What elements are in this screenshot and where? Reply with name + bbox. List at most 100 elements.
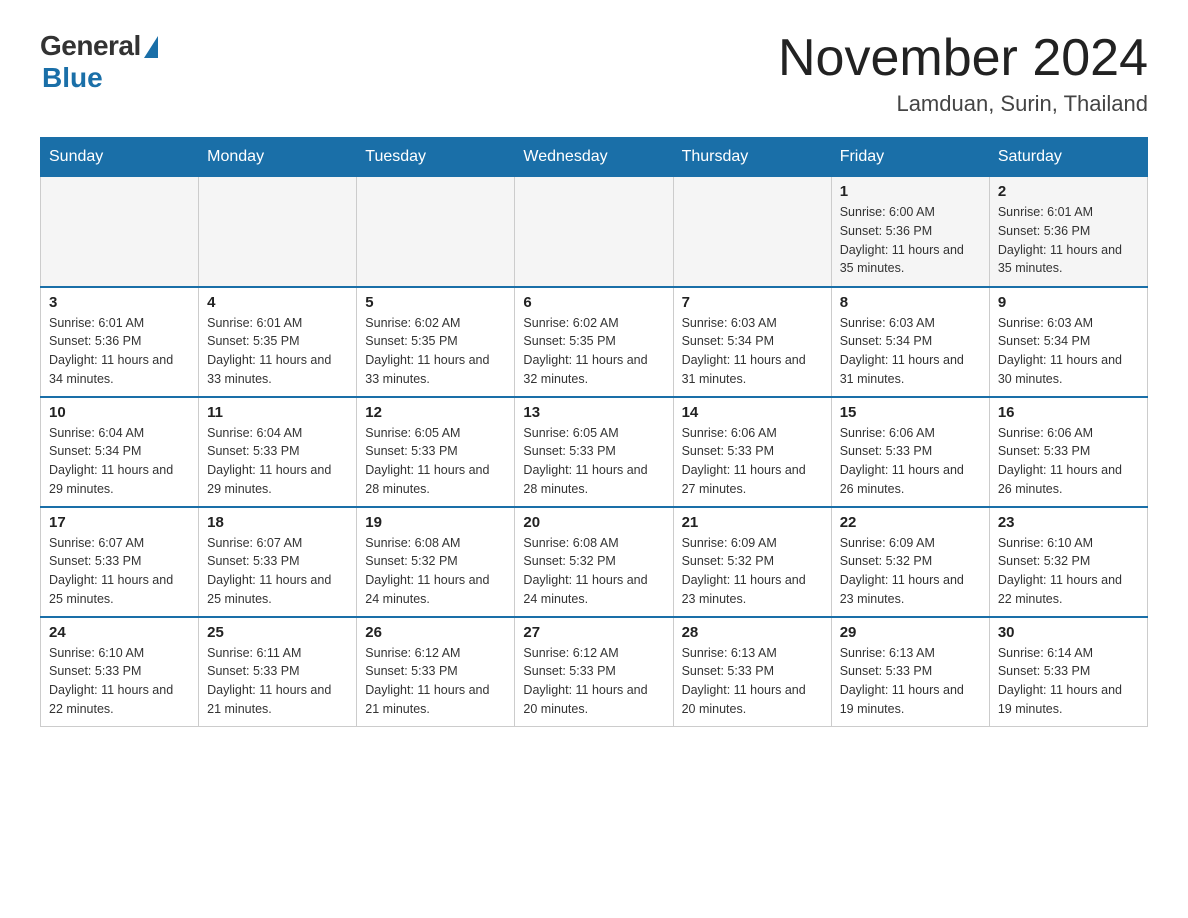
day-info: Sunrise: 6:13 AMSunset: 5:33 PMDaylight:… <box>682 644 823 719</box>
table-row: 10 Sunrise: 6:04 AMSunset: 5:34 PMDayligh… <box>41 397 199 507</box>
col-sunday: Sunday <box>41 138 199 177</box>
day-number: 12 <box>365 404 506 421</box>
table-row <box>41 177 199 287</box>
table-row: 25 Sunrise: 6:11 AMSunset: 5:33 PMDayligh… <box>199 617 357 727</box>
table-row: 6Sunrise: 6:02 AMSunset: 5:35 PMDaylight… <box>515 287 673 397</box>
day-number: 10 <box>49 404 190 421</box>
day-info: Sunrise: 6:10 AMSunset: 5:33 PMDaylight:… <box>49 644 190 719</box>
day-info: Sunrise: 6:09 AMSunset: 5:32 PMDaylight:… <box>682 534 823 609</box>
location: Lamduan, Surin, Thailand <box>778 91 1148 117</box>
calendar-week-1: 1Sunrise: 6:00 AMSunset: 5:36 PMDaylight… <box>41 177 1148 287</box>
day-number: 29 <box>840 624 981 641</box>
day-number: 22 <box>840 514 981 531</box>
table-row: 28 Sunrise: 6:13 AMSunset: 5:33 PMDayligh… <box>673 617 831 727</box>
table-row: 3 Sunrise: 6:01 AMSunset: 5:36 PMDaylight… <box>41 287 199 397</box>
day-number: 26 <box>365 624 506 641</box>
day-number: 13 <box>523 404 664 421</box>
day-number: 3 <box>49 294 190 311</box>
day-info: Sunrise: 6:05 AMSunset: 5:33 PMDaylight:… <box>523 424 664 499</box>
table-row: 16Sunrise: 6:06 AMSunset: 5:33 PMDayligh… <box>989 397 1147 507</box>
day-info: Sunrise: 6:13 AMSunset: 5:33 PMDaylight:… <box>840 644 981 719</box>
table-row: 8 Sunrise: 6:03 AMSunset: 5:34 PMDaylight… <box>831 287 989 397</box>
day-info: Sunrise: 6:06 AMSunset: 5:33 PMDaylight:… <box>840 424 981 499</box>
day-info: Sunrise: 6:05 AMSunset: 5:33 PMDaylight:… <box>365 424 506 499</box>
calendar-table: Sunday Monday Tuesday Wednesday Thursday… <box>40 137 1148 727</box>
table-row: 18Sunrise: 6:07 AMSunset: 5:33 PMDayligh… <box>199 507 357 617</box>
table-row: 11 Sunrise: 6:04 AMSunset: 5:33 PMDayligh… <box>199 397 357 507</box>
day-info: Sunrise: 6:07 AMSunset: 5:33 PMDaylight:… <box>207 534 348 609</box>
table-row: 27Sunrise: 6:12 AMSunset: 5:33 PMDayligh… <box>515 617 673 727</box>
table-row: 5 Sunrise: 6:02 AMSunset: 5:35 PMDaylight… <box>357 287 515 397</box>
table-row: 9 Sunrise: 6:03 AMSunset: 5:34 PMDaylight… <box>989 287 1147 397</box>
page-header: General Blue November 2024 Lamduan, Suri… <box>40 30 1148 117</box>
table-row: 12 Sunrise: 6:05 AMSunset: 5:33 PMDayligh… <box>357 397 515 507</box>
day-info: Sunrise: 6:09 AMSunset: 5:32 PMDaylight:… <box>840 534 981 609</box>
calendar-week-4: 17 Sunrise: 6:07 AMSunset: 5:33 PMDayligh… <box>41 507 1148 617</box>
day-info: Sunrise: 6:03 AMSunset: 5:34 PMDaylight:… <box>682 314 823 389</box>
day-info: Sunrise: 6:04 AMSunset: 5:34 PMDaylight:… <box>49 424 190 499</box>
table-row: 23Sunrise: 6:10 AMSunset: 5:32 PMDayligh… <box>989 507 1147 617</box>
day-number: 25 <box>207 624 348 641</box>
col-friday: Friday <box>831 138 989 177</box>
table-row: 7 Sunrise: 6:03 AMSunset: 5:34 PMDaylight… <box>673 287 831 397</box>
calendar-week-3: 10 Sunrise: 6:04 AMSunset: 5:34 PMDayligh… <box>41 397 1148 507</box>
table-row: 30 Sunrise: 6:14 AMSunset: 5:33 PMDayligh… <box>989 617 1147 727</box>
day-info: Sunrise: 6:04 AMSunset: 5:33 PMDaylight:… <box>207 424 348 499</box>
table-row: 21 Sunrise: 6:09 AMSunset: 5:32 PMDayligh… <box>673 507 831 617</box>
day-number: 21 <box>682 514 823 531</box>
day-number: 11 <box>207 404 348 421</box>
day-number: 14 <box>682 404 823 421</box>
table-row: 1Sunrise: 6:00 AMSunset: 5:36 PMDaylight… <box>831 177 989 287</box>
day-number: 6 <box>523 294 664 311</box>
day-number: 8 <box>840 294 981 311</box>
day-number: 9 <box>998 294 1139 311</box>
day-number: 2 <box>998 183 1139 200</box>
col-saturday: Saturday <box>989 138 1147 177</box>
logo-general-text: General <box>40 30 141 62</box>
table-row: 20Sunrise: 6:08 AMSunset: 5:32 PMDayligh… <box>515 507 673 617</box>
table-row: 26Sunrise: 6:12 AMSunset: 5:33 PMDayligh… <box>357 617 515 727</box>
table-row: 4 Sunrise: 6:01 AMSunset: 5:35 PMDaylight… <box>199 287 357 397</box>
day-number: 19 <box>365 514 506 531</box>
calendar-week-2: 3 Sunrise: 6:01 AMSunset: 5:36 PMDaylight… <box>41 287 1148 397</box>
day-number: 4 <box>207 294 348 311</box>
day-info: Sunrise: 6:00 AMSunset: 5:36 PMDaylight:… <box>840 203 981 278</box>
day-number: 20 <box>523 514 664 531</box>
table-row: 17 Sunrise: 6:07 AMSunset: 5:33 PMDayligh… <box>41 507 199 617</box>
day-number: 24 <box>49 624 190 641</box>
day-info: Sunrise: 6:03 AMSunset: 5:34 PMDaylight:… <box>998 314 1139 389</box>
day-number: 28 <box>682 624 823 641</box>
col-thursday: Thursday <box>673 138 831 177</box>
day-info: Sunrise: 6:14 AMSunset: 5:33 PMDaylight:… <box>998 644 1139 719</box>
day-number: 17 <box>49 514 190 531</box>
day-info: Sunrise: 6:11 AMSunset: 5:33 PMDaylight:… <box>207 644 348 719</box>
table-row: 29 Sunrise: 6:13 AMSunset: 5:33 PMDayligh… <box>831 617 989 727</box>
day-number: 30 <box>998 624 1139 641</box>
day-number: 23 <box>998 514 1139 531</box>
day-number: 5 <box>365 294 506 311</box>
day-info: Sunrise: 6:07 AMSunset: 5:33 PMDaylight:… <box>49 534 190 609</box>
day-info: Sunrise: 6:03 AMSunset: 5:34 PMDaylight:… <box>840 314 981 389</box>
table-row: 2Sunrise: 6:01 AMSunset: 5:36 PMDaylight… <box>989 177 1147 287</box>
table-row <box>199 177 357 287</box>
day-info: Sunrise: 6:06 AMSunset: 5:33 PMDaylight:… <box>998 424 1139 499</box>
calendar-week-5: 24 Sunrise: 6:10 AMSunset: 5:33 PMDayligh… <box>41 617 1148 727</box>
day-number: 7 <box>682 294 823 311</box>
day-info: Sunrise: 6:01 AMSunset: 5:35 PMDaylight:… <box>207 314 348 389</box>
logo: General Blue <box>40 30 158 94</box>
calendar-header-row: Sunday Monday Tuesday Wednesday Thursday… <box>41 138 1148 177</box>
table-row: 22 Sunrise: 6:09 AMSunset: 5:32 PMDayligh… <box>831 507 989 617</box>
col-monday: Monday <box>199 138 357 177</box>
table-row: 19Sunrise: 6:08 AMSunset: 5:32 PMDayligh… <box>357 507 515 617</box>
day-info: Sunrise: 6:02 AMSunset: 5:35 PMDaylight:… <box>365 314 506 389</box>
table-row: 13 Sunrise: 6:05 AMSunset: 5:33 PMDayligh… <box>515 397 673 507</box>
day-info: Sunrise: 6:12 AMSunset: 5:33 PMDaylight:… <box>523 644 664 719</box>
day-info: Sunrise: 6:01 AMSunset: 5:36 PMDaylight:… <box>49 314 190 389</box>
col-tuesday: Tuesday <box>357 138 515 177</box>
table-row <box>515 177 673 287</box>
table-row: 15 Sunrise: 6:06 AMSunset: 5:33 PMDayligh… <box>831 397 989 507</box>
day-number: 15 <box>840 404 981 421</box>
month-title: November 2024 <box>778 30 1148 87</box>
table-row <box>357 177 515 287</box>
logo-triangle-icon <box>144 36 158 58</box>
